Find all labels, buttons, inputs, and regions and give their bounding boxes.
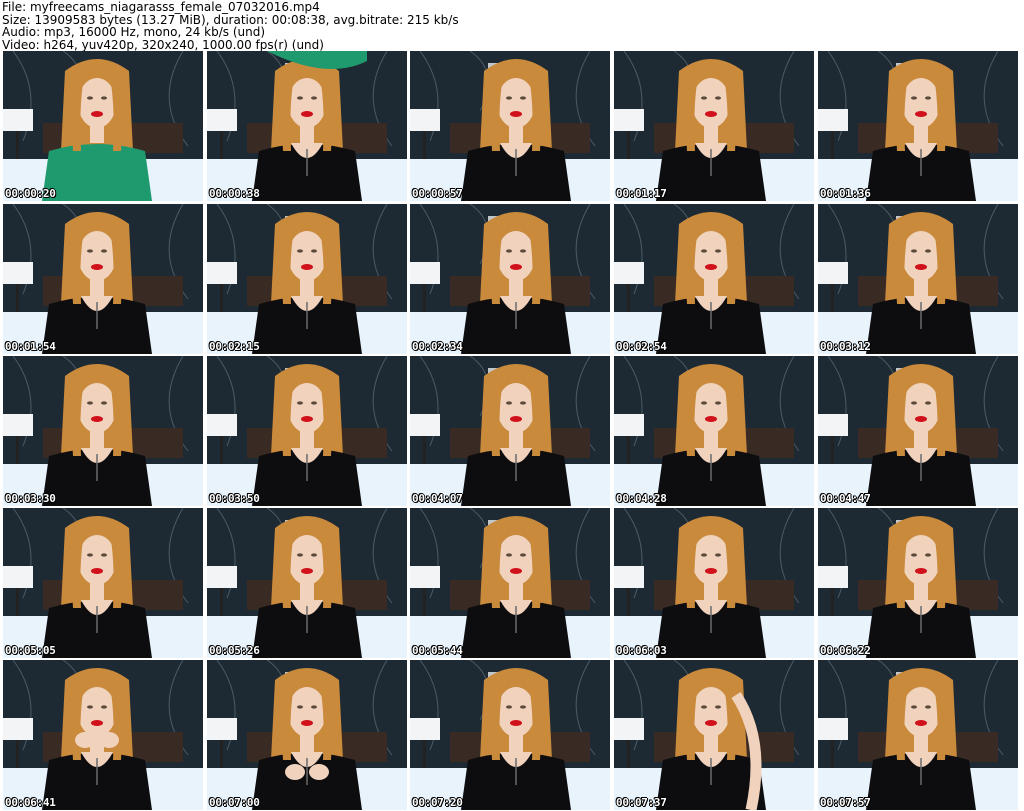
thumbnail-timestamp: 00:07:37 [616, 796, 667, 809]
video-thumbnail: 00:05:44 [410, 508, 610, 658]
thumbnail-frame-image [614, 508, 814, 658]
thumbnail-frame-image [818, 51, 1018, 201]
video-thumbnail: 00:02:34 [410, 204, 610, 354]
thumbnail-frame-image [818, 508, 1018, 658]
video-thumbnail: 00:01:54 [3, 204, 203, 354]
video-thumbnail: 00:00:57 [410, 51, 610, 201]
video-thumbnail: 00:02:15 [207, 204, 407, 354]
video-thumbnail: 00:07:20 [410, 660, 610, 810]
thumbnail-frame-image [818, 356, 1018, 506]
thumbnail-timestamp: 00:05:26 [209, 644, 260, 657]
video-thumbnail: 00:07:37 [614, 660, 814, 810]
thumbnail-timestamp: 00:02:15 [209, 340, 260, 353]
thumbnail-timestamp: 00:07:57 [820, 796, 871, 809]
video-thumbnail: 00:00:20 [3, 51, 203, 201]
thumbnail-frame-image [410, 508, 610, 658]
thumbnail-frame-image [207, 356, 407, 506]
thumbnail-grid: 00:00:20 00:00:38 00:00:57 00:01:17 00:0… [0, 0, 1024, 811]
thumbnail-timestamp: 00:03:30 [5, 492, 56, 505]
thumbnail-timestamp: 00:04:28 [616, 492, 667, 505]
thumbnail-timestamp: 00:01:54 [5, 340, 56, 353]
thumbnail-timestamp: 00:00:20 [5, 187, 56, 200]
thumbnail-frame-image [207, 508, 407, 658]
thumbnail-timestamp: 00:00:38 [209, 187, 260, 200]
video-thumbnail: 00:07:57 [818, 660, 1018, 810]
thumbnail-frame-image [614, 356, 814, 506]
video-thumbnail: 00:04:07 [410, 356, 610, 506]
thumbnail-timestamp: 00:05:05 [5, 644, 56, 657]
thumbnail-timestamp: 00:01:36 [820, 187, 871, 200]
video-thumbnail: 00:01:36 [818, 51, 1018, 201]
thumbnail-frame-image [410, 356, 610, 506]
thumbnail-frame-image [3, 51, 203, 201]
thumbnail-timestamp: 00:07:00 [209, 796, 260, 809]
thumbnail-timestamp: 00:03:12 [820, 340, 871, 353]
thumbnail-frame-image [3, 508, 203, 658]
video-thumbnail: 00:06:22 [818, 508, 1018, 658]
thumbnail-frame-image [3, 660, 203, 810]
thumbnail-timestamp: 00:00:57 [412, 187, 463, 200]
thumbnail-frame-image [818, 204, 1018, 354]
video-thumbnail: 00:03:12 [818, 204, 1018, 354]
thumbnail-frame-image [410, 51, 610, 201]
thumbnail-timestamp: 00:01:17 [616, 187, 667, 200]
thumbnail-frame-image [614, 660, 814, 810]
thumbnail-frame-image [410, 660, 610, 810]
video-thumbnail: 00:03:30 [3, 356, 203, 506]
video-thumbnail: 00:01:17 [614, 51, 814, 201]
thumbnail-frame-image [207, 51, 407, 201]
thumbnail-frame-image [818, 660, 1018, 810]
thumbnail-timestamp: 00:06:03 [616, 644, 667, 657]
video-thumbnail: 00:03:50 [207, 356, 407, 506]
video-thumbnail: 00:06:03 [614, 508, 814, 658]
thumbnail-frame-image [207, 660, 407, 810]
thumbnail-timestamp: 00:06:41 [5, 796, 56, 809]
video-thumbnail: 00:05:05 [3, 508, 203, 658]
video-thumbnail: 00:05:26 [207, 508, 407, 658]
thumbnail-timestamp: 00:02:54 [616, 340, 667, 353]
video-thumbnail: 00:04:28 [614, 356, 814, 506]
video-thumbnail: 00:07:00 [207, 660, 407, 810]
thumbnail-frame-image [410, 204, 610, 354]
video-thumbnail: 00:02:54 [614, 204, 814, 354]
video-thumbnail: 00:00:38 [207, 51, 407, 201]
thumbnail-timestamp: 00:03:50 [209, 492, 260, 505]
thumbnail-timestamp: 00:05:44 [412, 644, 463, 657]
thumbnail-frame-image [3, 204, 203, 354]
thumbnail-timestamp: 00:06:22 [820, 644, 871, 657]
thumbnail-frame-image [3, 356, 203, 506]
thumbnail-timestamp: 00:07:20 [412, 796, 463, 809]
thumbnail-frame-image [614, 51, 814, 201]
thumbnail-frame-image [207, 204, 407, 354]
thumbnail-frame-image [614, 204, 814, 354]
thumbnail-timestamp: 00:02:34 [412, 340, 463, 353]
video-thumbnail: 00:04:47 [818, 356, 1018, 506]
thumbnail-timestamp: 00:04:07 [412, 492, 463, 505]
thumbnail-timestamp: 00:04:47 [820, 492, 871, 505]
video-thumbnail: 00:06:41 [3, 660, 203, 810]
